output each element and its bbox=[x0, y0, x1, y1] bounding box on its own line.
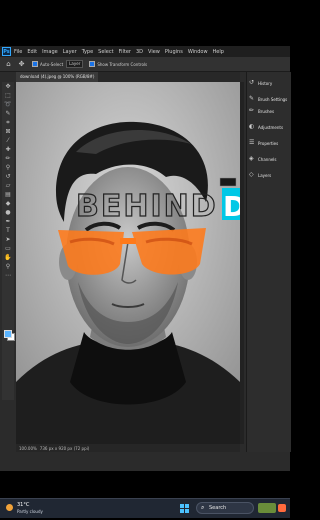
menu-help[interactable]: Help bbox=[213, 49, 224, 55]
taskbar-search[interactable]: ⌕ Search bbox=[196, 502, 254, 514]
move-tool-icon[interactable]: ✥ bbox=[17, 60, 26, 69]
menu-image[interactable]: Image bbox=[42, 49, 58, 55]
tools-panel: ✥ ⬚ ➰ ✎ ⌗ ⊠ ⁄ ✚ ✏ ⚲ ↺ ▱ ▤ ◆ ● ✒ T ➤ ▭ ✋ … bbox=[2, 82, 15, 400]
panel-brushes-label: Brushes bbox=[258, 108, 275, 114]
menu-filter[interactable]: Filter bbox=[119, 49, 131, 55]
photoshop-logo: Ps bbox=[2, 47, 11, 56]
rectangle-icon[interactable]: ▭ bbox=[2, 244, 14, 253]
photoshop-window: Ps File Edit Image Layer Type Select Fil… bbox=[0, 46, 291, 518]
menu-edit[interactable]: Edit bbox=[27, 49, 37, 55]
weather-temperature[interactable]: 31°C bbox=[17, 502, 29, 508]
status-bar: 100.00% 736 px x 920 px (72 ppi) bbox=[16, 444, 240, 452]
gradient-icon[interactable]: ▤ bbox=[2, 190, 14, 199]
channels-icon: ◈ bbox=[249, 155, 254, 162]
panel-history-label: History bbox=[258, 80, 273, 86]
panel-layers[interactable]: ◇ Layers bbox=[249, 170, 271, 180]
weather-sun-icon[interactable] bbox=[6, 504, 13, 511]
right-panel-dock: ↺ History ✎ Brush Settings ✏ Brushes ◐ A… bbox=[246, 72, 291, 452]
auto-select-dropdown[interactable]: Layer bbox=[66, 60, 84, 68]
crop-icon[interactable]: ⌗ bbox=[2, 118, 14, 127]
search-label: Search bbox=[209, 505, 227, 511]
panel-brushes[interactable]: ✏ Brushes bbox=[249, 106, 274, 116]
menu-select[interactable]: Select bbox=[98, 49, 113, 55]
brushes-icon: ✏ bbox=[249, 107, 255, 114]
quick-select-icon[interactable]: ✎ bbox=[2, 109, 14, 118]
move-icon[interactable]: ✥ bbox=[2, 82, 14, 91]
panel-adjustments-label: Adjustments bbox=[258, 124, 284, 130]
panel-layers-label: Layers bbox=[258, 172, 272, 178]
foreground-color-swatch[interactable] bbox=[4, 330, 12, 338]
show-transform-checkbox[interactable] bbox=[89, 61, 96, 67]
overlay-text-outline: BEHIND bbox=[76, 189, 218, 224]
vertical-scrollbar[interactable] bbox=[240, 82, 244, 444]
history-icon: ↺ bbox=[249, 79, 255, 86]
auto-select-checkbox[interactable] bbox=[32, 61, 38, 67]
search-icon: ⌕ bbox=[201, 504, 205, 511]
brush-icon[interactable]: ✏ bbox=[2, 154, 14, 163]
panel-brush-settings[interactable]: ✎ Brush Settings bbox=[249, 94, 287, 104]
eraser-icon[interactable]: ▱ bbox=[2, 181, 14, 190]
menu-type[interactable]: Type bbox=[82, 49, 93, 55]
menu-window[interactable]: Window bbox=[188, 49, 208, 55]
adjustments-icon: ◐ bbox=[249, 123, 255, 130]
spot-heal-icon[interactable]: ✚ bbox=[2, 145, 14, 154]
type-icon[interactable]: T bbox=[2, 226, 14, 235]
document-tab-bar: download (4).jpeg @ 100% (RGB/8#) bbox=[16, 72, 240, 82]
menu-layer[interactable]: Layer bbox=[63, 49, 77, 55]
marquee-icon[interactable]: ⬚ bbox=[2, 91, 14, 100]
panel-properties[interactable]: ☰ Properties bbox=[249, 138, 278, 148]
blur-icon[interactable]: ◆ bbox=[2, 199, 14, 208]
weather-description[interactable]: Partly cloudy bbox=[17, 509, 43, 514]
frame-icon[interactable]: ⊠ bbox=[2, 127, 14, 136]
panel-channels[interactable]: ◈ Channels bbox=[249, 154, 277, 164]
menu-file[interactable]: File bbox=[14, 49, 22, 55]
photo-canvas: BEHIND D bbox=[16, 82, 240, 444]
options-bar: ⌂ ✥ Auto-Select Layer Show Transform Con… bbox=[0, 57, 290, 72]
panel-channels-label: Channels bbox=[258, 156, 277, 162]
zoom-level[interactable]: 100.00% bbox=[19, 446, 37, 451]
zoom-icon[interactable]: ⚲ bbox=[2, 262, 14, 271]
home-icon[interactable]: ⌂ bbox=[4, 60, 13, 69]
panel-history[interactable]: ↺ History bbox=[249, 78, 272, 88]
history-brush-icon[interactable]: ↺ bbox=[2, 172, 14, 181]
menu-plugins[interactable]: Plugins bbox=[165, 49, 183, 55]
svg-text:D: D bbox=[223, 190, 240, 223]
menu-view[interactable]: View bbox=[148, 49, 160, 55]
tray-app-icon-2[interactable] bbox=[278, 504, 286, 512]
eyedropper-icon[interactable]: ⁄ bbox=[2, 136, 14, 145]
path-select-icon[interactable]: ➤ bbox=[2, 235, 14, 244]
windows-start-icon[interactable] bbox=[180, 504, 189, 513]
brush-settings-icon: ✎ bbox=[249, 95, 255, 102]
hand-icon[interactable]: ✋ bbox=[2, 253, 14, 262]
document-dimensions: 736 px x 920 px (72 ppi) bbox=[39, 445, 90, 451]
lasso-icon[interactable]: ➰ bbox=[2, 100, 14, 109]
canvas-area[interactable]: BEHIND D bbox=[16, 82, 240, 444]
menu-3d[interactable]: 3D bbox=[136, 49, 143, 55]
panel-adjustments[interactable]: ◐ Adjustments bbox=[249, 122, 283, 132]
stamp-icon[interactable]: ⚲ bbox=[2, 163, 14, 172]
windows-taskbar: 31°C Partly cloudy ⌕ Search bbox=[0, 498, 290, 518]
more-icon[interactable]: ⋯ bbox=[2, 271, 14, 280]
panel-properties-label: Properties bbox=[258, 140, 279, 146]
dodge-icon[interactable]: ● bbox=[2, 208, 14, 217]
show-transform-label: Show Transform Controls bbox=[97, 61, 148, 67]
panel-brush-settings-label: Brush Settings bbox=[258, 96, 288, 102]
menu-bar: Ps File Edit Image Layer Type Select Fil… bbox=[0, 46, 290, 57]
auto-select-label: Auto-Select bbox=[40, 61, 64, 67]
document-tab[interactable]: download (4).jpeg @ 100% (RGB/8#) bbox=[16, 72, 99, 82]
pen-icon[interactable]: ✒ bbox=[2, 217, 14, 226]
layers-icon: ◇ bbox=[249, 171, 254, 178]
tray-app-icon[interactable] bbox=[258, 503, 276, 513]
properties-icon: ☰ bbox=[249, 139, 255, 146]
